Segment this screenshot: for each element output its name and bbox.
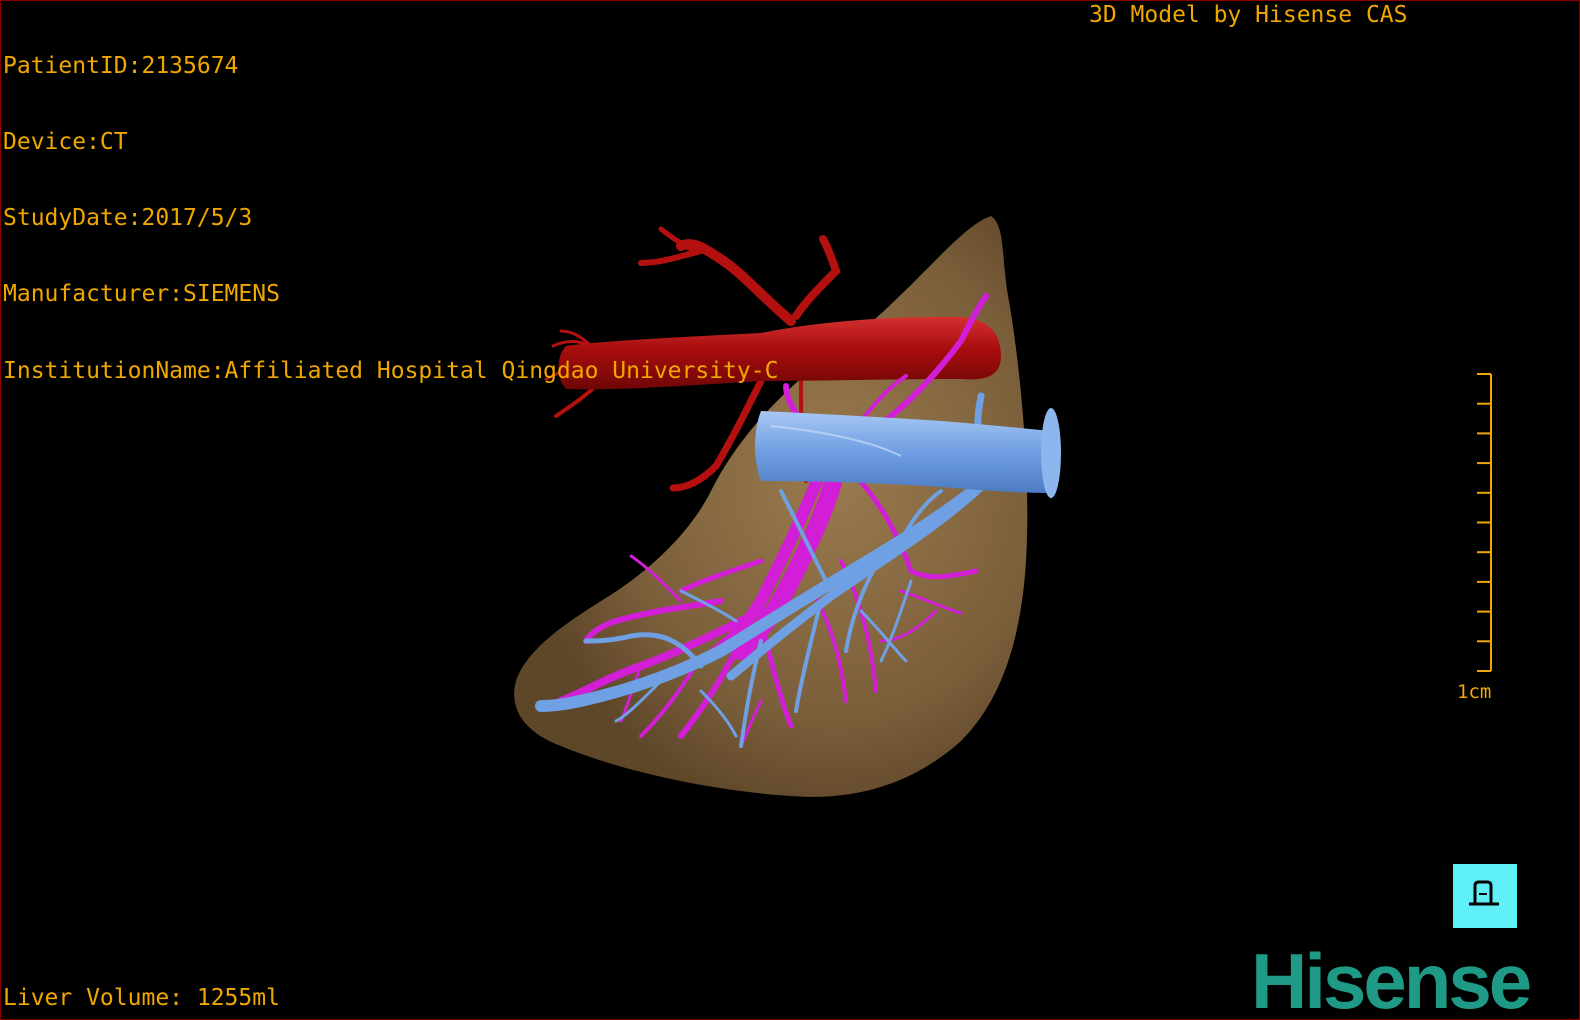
scale-bar-label: 1cm <box>1457 681 1492 703</box>
cut-plane-tool-button[interactable] <box>1453 864 1517 928</box>
3d-viewport[interactable]: 1cm PatientID:2135674 Device:CT StudyDat… <box>0 0 1580 1020</box>
dicom-info-overlay: PatientID:2135674 Device:CT StudyDate:20… <box>3 3 778 435</box>
patient-id: PatientID:2135674 <box>3 52 239 79</box>
model-credit: 3D Model by Hisense CAS <box>1089 2 1408 28</box>
cut-plane-icon <box>1469 880 1499 906</box>
institution-name: InstitutionName:Affiliated Hospital Qing… <box>3 357 779 384</box>
liver-volume: Liver Volume: 1255ml <box>3 985 280 1011</box>
device: Device:CT <box>3 129 128 156</box>
manufacturer: Manufacturer:SIEMENS <box>3 281 280 308</box>
hisense-logo: Hisense <box>1251 937 1532 1020</box>
study-date: StudyDate:2017/5/3 <box>3 205 253 232</box>
